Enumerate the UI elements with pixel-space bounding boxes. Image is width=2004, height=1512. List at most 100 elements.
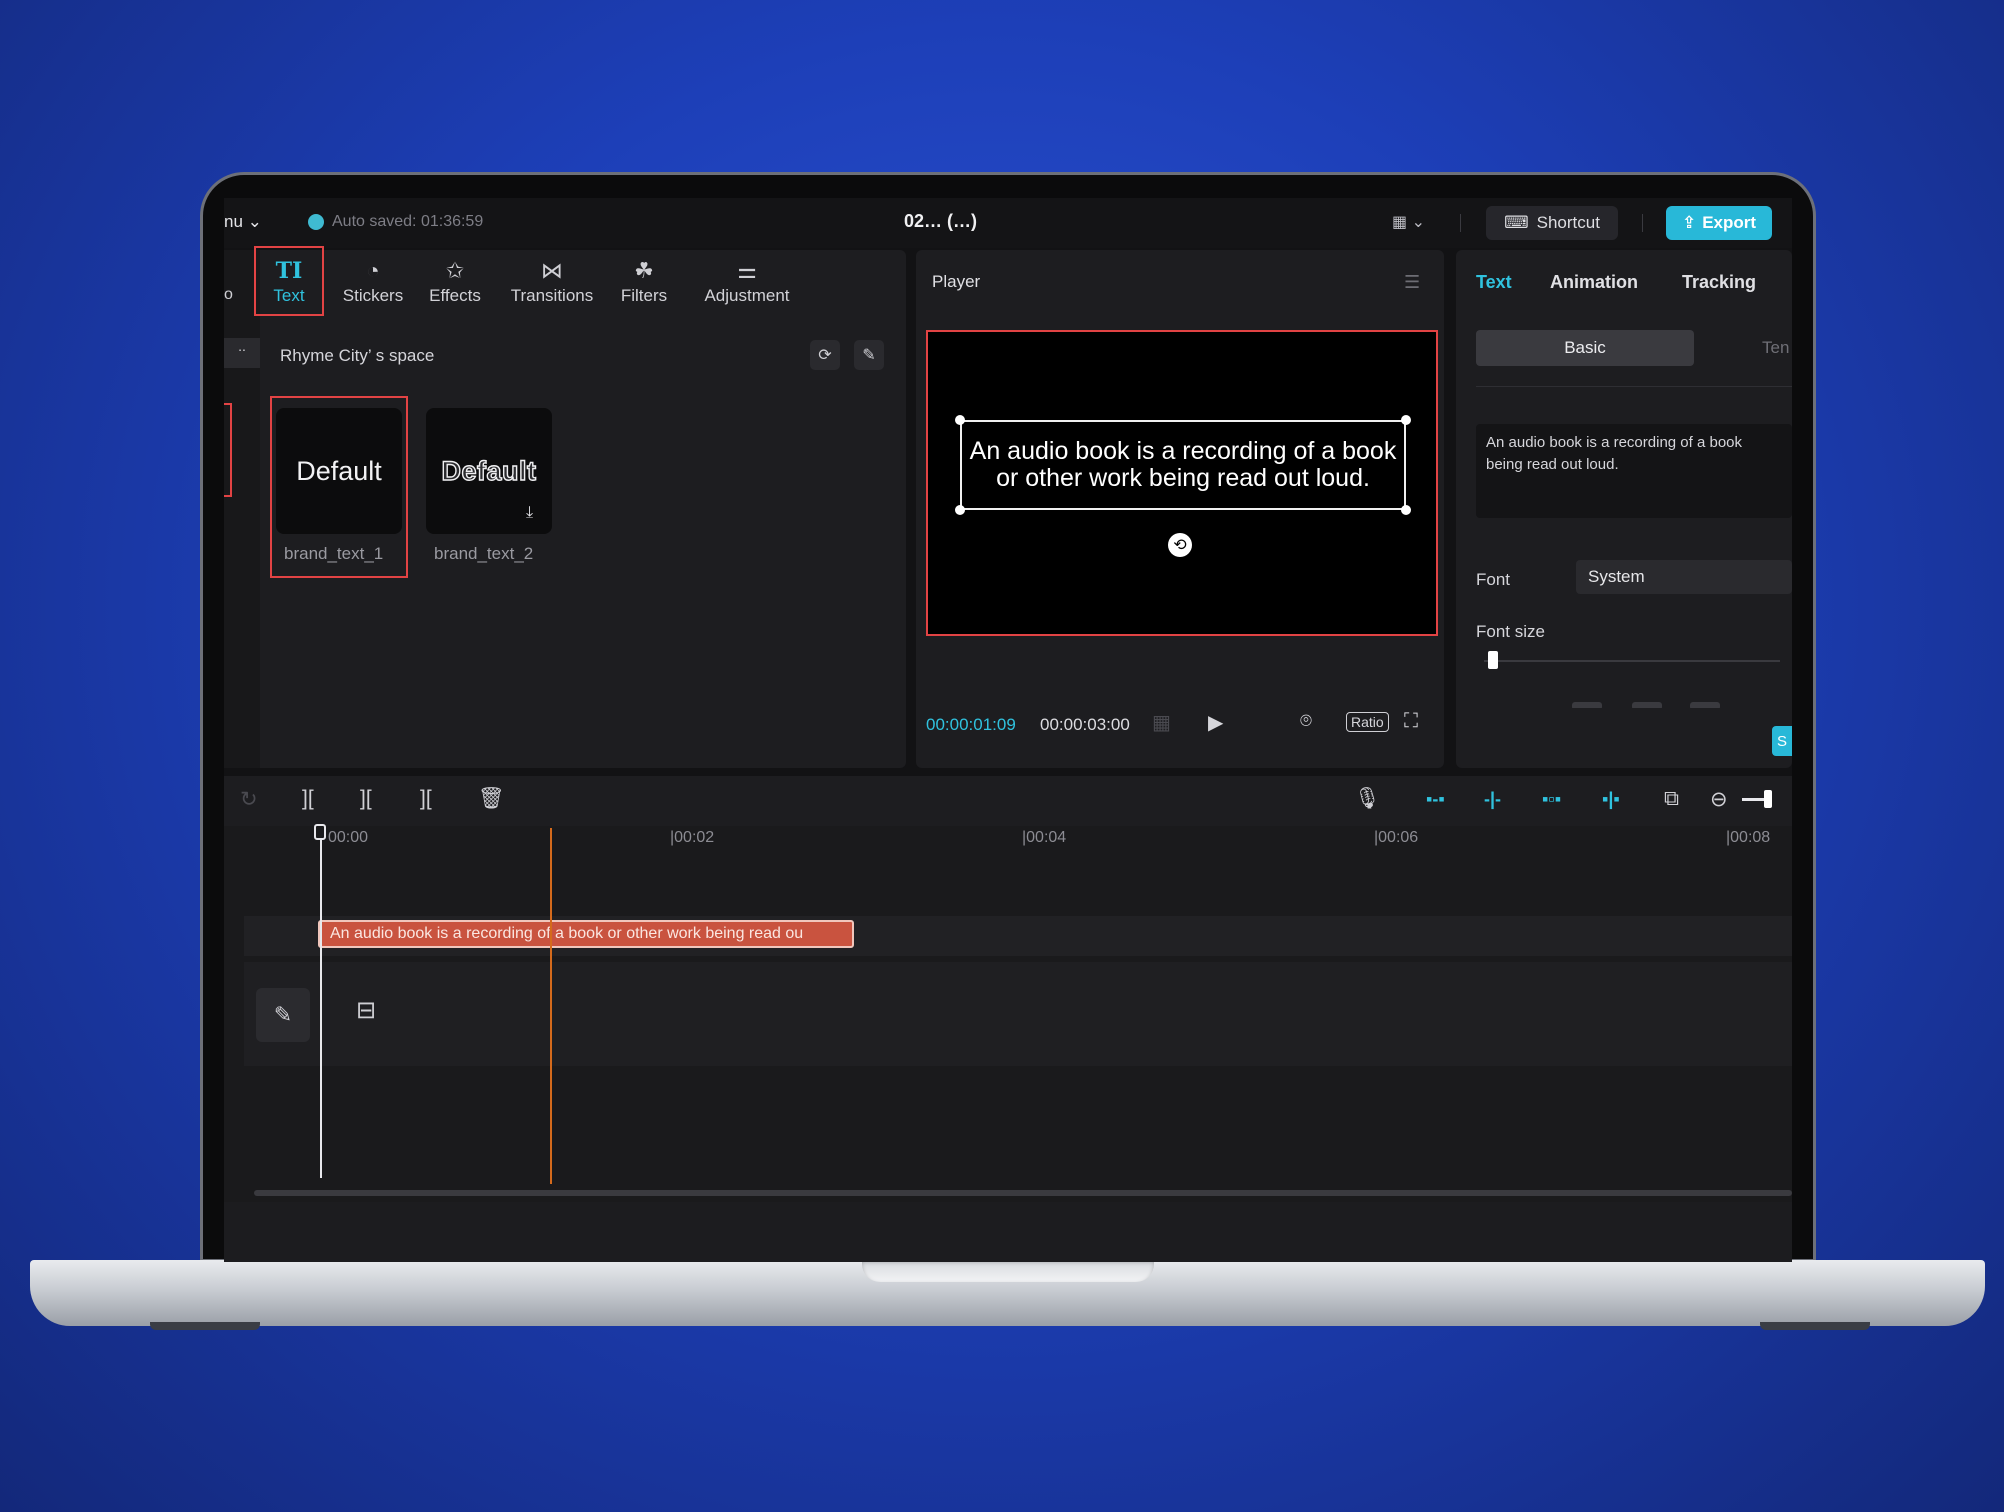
- tab-adjustment[interactable]: ⚌ Adjustment: [692, 250, 802, 316]
- space-title: Rhyme City’ s space: [280, 346, 435, 365]
- autosave-status: Auto saved: 01:36:59: [308, 213, 483, 231]
- redo-icon[interactable]: ↻: [240, 787, 258, 812]
- tab-tracking[interactable]: Tracking: [1682, 272, 1756, 293]
- laptop-notch: [862, 1260, 1154, 1282]
- tab-effects[interactable]: ✩ Effects: [418, 250, 492, 316]
- caption-text: An audio book is a recording of a book o…: [969, 437, 1397, 492]
- check-circle-icon: [308, 214, 324, 230]
- filters-icon: ☘: [634, 258, 654, 283]
- total-time: 00:00:03:00: [1040, 715, 1130, 734]
- resize-handle[interactable]: [955, 415, 965, 425]
- ruler-label: 00:00: [328, 829, 369, 846]
- play-icon[interactable]: ▶: [1208, 710, 1223, 735]
- main-track: [244, 962, 1792, 1066]
- delete-icon[interactable]: 🗑: [478, 787, 505, 811]
- playhead[interactable]: [320, 828, 322, 1178]
- screenshot-icon[interactable]: ⌾: [1300, 710, 1312, 733]
- ratio-button[interactable]: Ratio: [1346, 712, 1389, 732]
- edit-space-button[interactable]: ✎: [854, 340, 884, 370]
- current-time: 00:00:01:09: [926, 715, 1016, 734]
- marker-line: [550, 828, 552, 1184]
- export-button[interactable]: ⇪ Export: [1666, 206, 1772, 240]
- tab-adjustment-label: Adjustment: [704, 286, 790, 305]
- chevron-down-icon: ⌄: [247, 212, 262, 231]
- playhead-handle[interactable]: [314, 824, 326, 840]
- refresh-button[interactable]: ⟳: [810, 340, 840, 370]
- tab-filters-label: Filters: [620, 286, 668, 305]
- snap-icon[interactable]: ▪▫▪: [1542, 789, 1561, 810]
- divider: [1460, 214, 1461, 232]
- segment-basic[interactable]: Basic: [1476, 330, 1694, 366]
- card-preview-text: Default: [441, 455, 537, 486]
- resize-handle[interactable]: [955, 505, 965, 515]
- laptop-foot-right: [1760, 1322, 1870, 1330]
- tab-animation[interactable]: Animation: [1550, 272, 1638, 293]
- fullscreen-icon[interactable]: ⛶: [1404, 710, 1418, 733]
- ruler-label: |00:06: [1374, 829, 1419, 846]
- refresh-icon: ⟳: [818, 347, 832, 364]
- tab-stickers[interactable]: ◔ Stickers: [336, 250, 410, 316]
- preview-icon[interactable]: ⧉: [1664, 787, 1679, 811]
- resize-handle[interactable]: [1401, 505, 1411, 515]
- asset-toolbar: TI Text ◔ Stickers ✩ Effects ⋈ Transitio…: [254, 250, 904, 316]
- export-label: Export: [1702, 213, 1757, 232]
- ruler-label: |00:02: [670, 829, 715, 846]
- film-icon: ⊟: [356, 997, 377, 1024]
- ruler-label: |00:04: [1022, 829, 1067, 846]
- text-tab-highlight: [254, 246, 324, 316]
- microphone-icon[interactable]: 🎙: [1354, 787, 1381, 811]
- slider-knob[interactable]: [1488, 651, 1498, 669]
- edit-cover-button[interactable]: ✎: [256, 988, 310, 1042]
- tab-transitions[interactable]: ⋈ Transitions: [502, 250, 602, 316]
- zoom-knob[interactable]: [1764, 790, 1772, 808]
- autosave-text: Auto saved: 01:36:59: [332, 213, 484, 230]
- tab-stickers-label: Stickers: [342, 286, 404, 305]
- download-icon[interactable]: ⤓: [526, 504, 533, 522]
- adjustment-icon: ⚌: [737, 258, 757, 283]
- export-icon: ⇪: [1681, 213, 1697, 232]
- left-sidebar: [224, 250, 260, 768]
- sticker-icon: ◔: [366, 258, 380, 283]
- tab-filters[interactable]: ☘ Filters: [608, 250, 680, 316]
- text-input[interactable]: An audio book is a recording of a book b…: [1476, 424, 1792, 518]
- card-label: brand_text_2: [434, 544, 534, 563]
- tab-transitions-label: Transitions: [510, 286, 594, 305]
- zoom-out-icon[interactable]: ⊖: [1710, 787, 1728, 812]
- player-title: Player: [932, 272, 981, 291]
- apply-button[interactable]: S: [1772, 726, 1792, 756]
- split-right-icon[interactable]: ][: [420, 787, 432, 811]
- text-clip[interactable]: An audio book is a recording of a book o…: [318, 920, 854, 948]
- rotate-icon[interactable]: ⟲: [1168, 533, 1192, 557]
- waveform-icon[interactable]: ▦: [1152, 710, 1171, 735]
- pencil-icon: ✎: [273, 1002, 293, 1027]
- shortcut-button[interactable]: ⌨ Shortcut: [1486, 206, 1618, 240]
- align-icon[interactable]: ▪|▪: [1602, 789, 1620, 810]
- link-icon[interactable]: ▪-▪: [1426, 789, 1445, 810]
- transitions-icon: ⋈: [541, 258, 563, 283]
- font-size-slider[interactable]: [1484, 660, 1780, 662]
- brand-text-card-2[interactable]: Default: [426, 408, 552, 534]
- effects-icon: ✩: [445, 258, 465, 283]
- resize-handle[interactable]: [1401, 415, 1411, 425]
- caption-text-box[interactable]: An audio book is a recording of a book o…: [960, 420, 1406, 510]
- split-icon[interactable]: ][: [302, 787, 314, 811]
- layout-icon[interactable]: ▦ ⌄: [1392, 212, 1432, 234]
- horizontal-scrollbar[interactable]: [254, 1190, 1792, 1196]
- font-size-label: Font size: [1476, 622, 1545, 641]
- shortcut-label: Shortcut: [1536, 213, 1600, 232]
- sidebar-item[interactable]: ..: [224, 338, 260, 368]
- sidebar-partial-label: o: [224, 286, 233, 303]
- menu-icon[interactable]: ☰: [1404, 272, 1420, 293]
- card-highlight: [270, 396, 408, 578]
- menu-button[interactable]: nu ⌄: [224, 212, 262, 232]
- project-title[interactable]: 02… (…): [904, 211, 977, 232]
- tab-inspector-text[interactable]: Text: [1476, 272, 1512, 293]
- divider: [1476, 386, 1792, 387]
- magnet-icon[interactable]: -|-: [1484, 789, 1501, 810]
- segment-template[interactable]: Ten: [1762, 338, 1789, 358]
- split-left-icon[interactable]: ][: [360, 787, 372, 811]
- sidebar-highlight: [224, 403, 232, 497]
- font-select[interactable]: System: [1576, 560, 1792, 594]
- panel-footer: [1456, 708, 1792, 722]
- keyboard-icon: ⌨: [1504, 213, 1529, 232]
